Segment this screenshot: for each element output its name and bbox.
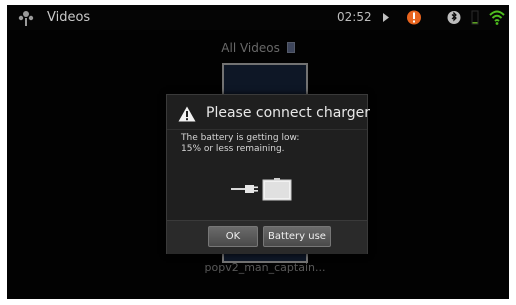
dialog-header: Please connect charger — [167, 95, 371, 125]
status-bar: Videos 02:52 — [7, 5, 509, 30]
app-launcher-icon[interactable] — [17, 9, 35, 27]
warning-icon — [178, 106, 196, 122]
device-screen: Videos 02:52 All Videos popv2_man_captai… — [7, 5, 509, 299]
battery-low-icon — [471, 10, 479, 25]
clock: 02:52 — [337, 10, 372, 24]
ok-button[interactable]: OK — [208, 226, 258, 247]
app-title: Videos — [47, 10, 91, 25]
wifi-icon — [489, 10, 505, 25]
dialog-title: Please connect charger — [206, 105, 371, 121]
screenshot-frame: Videos 02:52 All Videos popv2_man_captai… — [0, 0, 516, 305]
battery-use-button[interactable]: Battery use — [263, 226, 331, 247]
dialog-button-bar: OK Battery use — [167, 220, 367, 254]
dialog-divider — [167, 129, 367, 130]
message-line-2: 15% or less remaining. — [181, 144, 285, 154]
dialog-message: The battery is getting low: 15% or less … — [181, 133, 361, 155]
low-battery-dialog: Please connect charger The battery is ge… — [166, 94, 371, 254]
video-gallery: All Videos popv2_man_captain... Please c… — [7, 30, 509, 299]
battery-alert-icon — [407, 10, 421, 25]
bluetooth-icon — [447, 11, 461, 24]
play-icon — [383, 13, 389, 22]
message-line-1: The battery is getting low: — [181, 133, 300, 143]
charger-plug-icon — [231, 178, 292, 201]
